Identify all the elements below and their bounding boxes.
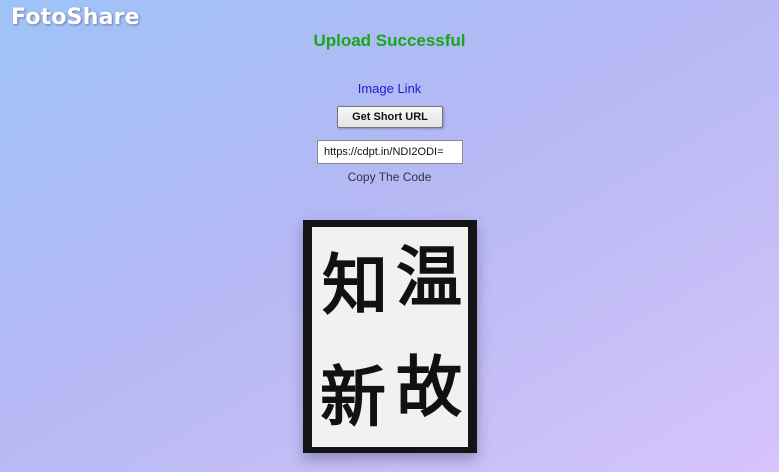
copy-code-label[interactable]: Copy The Code — [0, 170, 779, 184]
character-top-right: 温 — [396, 239, 462, 316]
image-link[interactable]: Image Link — [0, 81, 779, 96]
character-bottom-left: 新 — [320, 359, 386, 436]
uploaded-image: 温 知 故 新 — [303, 220, 477, 453]
app-logo[interactable]: FotoShare — [11, 5, 140, 30]
character-top-left: 知 — [322, 247, 388, 324]
calligraphy-image: 温 知 故 新 — [303, 220, 477, 453]
get-short-url-button[interactable]: Get Short URL — [337, 106, 443, 128]
upload-status-title: Upload Successful — [313, 31, 466, 50]
character-bottom-right: 故 — [396, 349, 462, 426]
short-url-field[interactable] — [317, 140, 463, 164]
